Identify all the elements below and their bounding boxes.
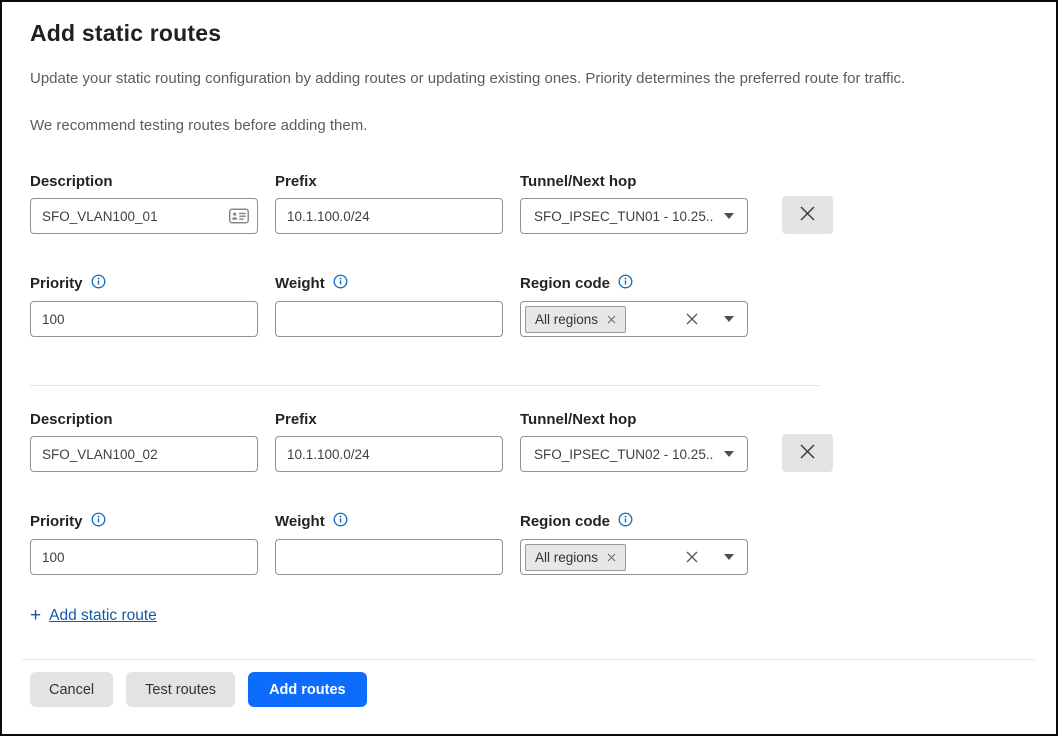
remove-tag-icon[interactable] bbox=[607, 315, 616, 324]
info-icon[interactable] bbox=[333, 512, 348, 531]
page-title: Add static routes bbox=[30, 20, 1028, 47]
route-row-1: Description Prefix Tunnel/Next hop bbox=[30, 173, 1028, 337]
route-row-2: Description Prefix Tunnel/Next hop SFO_I… bbox=[30, 411, 1028, 575]
prefix-label: Prefix bbox=[275, 173, 503, 190]
region-code-combobox[interactable]: All regions bbox=[520, 539, 748, 575]
chevron-down-icon bbox=[724, 451, 734, 457]
weight-input[interactable] bbox=[275, 539, 503, 575]
info-icon[interactable] bbox=[333, 274, 348, 293]
tunnel-select[interactable]: SFO_IPSEC_TUN02 - 10.25... bbox=[520, 436, 748, 472]
tunnel-selected-value: SFO_IPSEC_TUN01 - 10.25... bbox=[534, 209, 714, 224]
prefix-input[interactable] bbox=[275, 436, 503, 472]
priority-input[interactable] bbox=[30, 301, 258, 337]
info-icon[interactable] bbox=[618, 512, 633, 531]
priority-input[interactable] bbox=[30, 539, 258, 575]
contact-card-icon bbox=[229, 209, 249, 224]
note-text: We recommend testing routes before addin… bbox=[30, 117, 1028, 134]
add-static-route-link[interactable]: + Add static route bbox=[30, 606, 157, 625]
weight-input[interactable] bbox=[275, 301, 503, 337]
add-static-routes-dialog: Add static routes Update your static rou… bbox=[0, 0, 1058, 736]
prefix-input[interactable] bbox=[275, 198, 503, 234]
region-tag: All regions bbox=[525, 306, 626, 333]
remove-route-button[interactable] bbox=[782, 196, 833, 234]
info-icon[interactable] bbox=[91, 512, 106, 531]
clear-selection-icon[interactable] bbox=[686, 313, 698, 325]
close-icon bbox=[799, 443, 816, 463]
description-label: Description bbox=[30, 411, 258, 428]
clear-selection-icon[interactable] bbox=[686, 551, 698, 563]
region-code-label: Region code bbox=[520, 275, 610, 292]
tunnel-label: Tunnel/Next hop bbox=[520, 411, 748, 428]
add-routes-button[interactable]: Add routes bbox=[248, 672, 367, 707]
weight-label: Weight bbox=[275, 275, 325, 292]
route-divider bbox=[30, 385, 820, 386]
tunnel-select[interactable]: SFO_IPSEC_TUN01 - 10.25... bbox=[520, 198, 748, 234]
chevron-down-icon bbox=[724, 554, 734, 560]
region-tag: All regions bbox=[525, 544, 626, 571]
info-icon[interactable] bbox=[618, 274, 633, 293]
info-icon[interactable] bbox=[91, 274, 106, 293]
priority-label: Priority bbox=[30, 275, 83, 292]
remove-route-button[interactable] bbox=[782, 434, 833, 472]
region-tag-label: All regions bbox=[535, 312, 598, 327]
region-tag-label: All regions bbox=[535, 550, 598, 565]
add-static-route-label: Add static route bbox=[49, 607, 157, 625]
plus-icon: + bbox=[30, 606, 41, 625]
weight-label: Weight bbox=[275, 513, 325, 530]
remove-tag-icon[interactable] bbox=[607, 553, 616, 562]
description-label: Description bbox=[30, 173, 258, 190]
footer-actions: Cancel Test routes Add routes bbox=[2, 660, 1056, 707]
cancel-button[interactable]: Cancel bbox=[30, 672, 113, 707]
close-icon bbox=[799, 205, 816, 225]
region-code-label: Region code bbox=[520, 513, 610, 530]
region-code-combobox[interactable]: All regions bbox=[520, 301, 748, 337]
intro-text: Update your static routing configuration… bbox=[30, 70, 1028, 87]
chevron-down-icon bbox=[724, 316, 734, 322]
prefix-label: Prefix bbox=[275, 411, 503, 428]
tunnel-selected-value: SFO_IPSEC_TUN02 - 10.25... bbox=[534, 447, 714, 462]
test-routes-button[interactable]: Test routes bbox=[126, 672, 235, 707]
tunnel-label: Tunnel/Next hop bbox=[520, 173, 748, 190]
chevron-down-icon bbox=[724, 213, 734, 219]
description-input[interactable] bbox=[30, 198, 258, 234]
description-input[interactable] bbox=[30, 436, 258, 472]
priority-label: Priority bbox=[30, 513, 83, 530]
